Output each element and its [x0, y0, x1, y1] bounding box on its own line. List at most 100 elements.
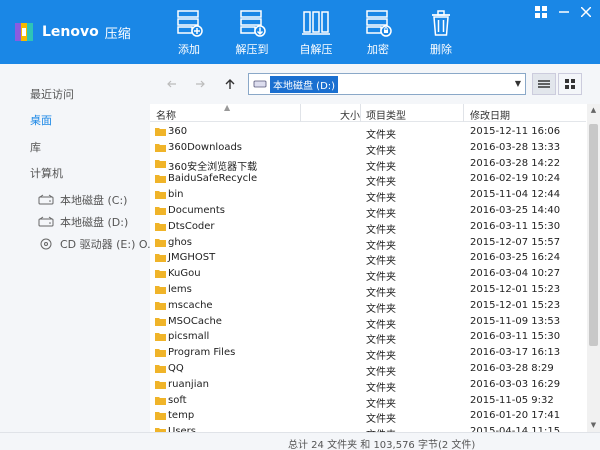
sidebar-drive-d[interactable]: 本地磁盘 (D:) [38, 214, 128, 230]
file-date: 2015-12-07 15:57 [470, 236, 561, 248]
file-row[interactable]: DtsCoder 文件夹 2016-03-11 15:30 [150, 219, 586, 236]
file-row[interactable]: Program Files 文件夹 2016-03-17 16:13 [150, 345, 586, 362]
file-date: 2015-11-09 13:53 [470, 315, 561, 327]
file-row[interactable]: 360 文件夹 2015-12-11 16:06 [150, 124, 586, 141]
address-bar[interactable]: 本地磁盘 (D:) ▼ [248, 73, 526, 95]
file-date: 2016-03-04 10:27 [470, 268, 561, 280]
file-type: 文件夹 [366, 335, 396, 347]
file-row[interactable]: mscache 文件夹 2015-12-01 15:23 [150, 298, 586, 315]
sidebar-item-desktop[interactable]: 桌面 [30, 112, 52, 128]
scrollbar-thumb[interactable] [589, 124, 598, 346]
column-header-date[interactable]: 修改日期 [470, 107, 510, 122]
sidebar-item-library[interactable]: 库 [30, 139, 41, 155]
extract-to-button[interactable]: 解压到 [226, 8, 278, 60]
menu-grid-icon[interactable] [532, 4, 550, 20]
up-level-button[interactable] [220, 74, 240, 94]
scroll-down-icon[interactable]: ▼ [587, 419, 600, 432]
file-type: 文件夹 [366, 398, 396, 410]
column-divider[interactable] [463, 104, 464, 122]
file-row[interactable]: ruanjian 文件夹 2016-03-03 16:29 [150, 377, 586, 394]
hard-drive-icon [38, 194, 54, 205]
chevron-down-icon[interactable]: ▼ [515, 79, 521, 88]
file-row[interactable]: picsmall 文件夹 2016-03-11 15:30 [150, 329, 586, 347]
file-row[interactable]: BaiduSafeRecycle 文件夹 2016-02-19 10:24 [150, 171, 586, 189]
file-name: 360 [168, 126, 188, 137]
add-icon [177, 10, 203, 37]
grid-view-button[interactable] [558, 73, 582, 95]
file-row[interactable]: MSOCache 文件夹 2015-11-09 13:53 [150, 314, 586, 331]
file-row[interactable]: KuGou 文件夹 2016-03-04 10:27 [150, 266, 586, 283]
folder-icon [155, 254, 166, 263]
file-row[interactable]: temp 文件夹 2016-01-20 17:41 [150, 408, 586, 426]
file-name: DtsCoder [168, 220, 215, 232]
arrow-up-icon [225, 79, 235, 89]
file-row[interactable]: bin 文件夹 2015-11-04 12:44 [150, 187, 586, 204]
sort-ascending-icon: ▲ [224, 104, 231, 112]
file-row[interactable]: QQ 文件夹 2016-03-28 8:29 [150, 361, 586, 378]
column-header-size[interactable]: 大小 [340, 107, 360, 122]
file-row[interactable]: 360Downloads 文件夹 2016-03-28 13:33 [150, 140, 586, 157]
file-type: 文件夹 [366, 367, 396, 378]
file-row[interactable]: 360安全浏览器下载 文件夹 2016-03-28 14:22 [150, 156, 586, 173]
file-type: 文件夹 [366, 177, 396, 189]
drive-label: CD 驱动器 (E:) O... [60, 238, 158, 251]
file-type: 文件夹 [366, 414, 396, 426]
app-logo-icon [12, 20, 36, 44]
file-name: temp [168, 410, 195, 422]
sidebar-drive-c[interactable]: 本地磁盘 (C:) [38, 192, 127, 208]
extract-to-icon [240, 10, 266, 37]
folder-icon [155, 143, 166, 152]
file-list: ▲ 名称 大小 项目类型 修改日期 360 文件夹 2015-12-11 16:06… [150, 104, 600, 432]
encrypt-button[interactable]: 加密 [352, 8, 404, 60]
delete-label: 删除 [430, 43, 452, 56]
file-type: 文件夹 [366, 240, 396, 252]
file-date: 2015-11-04 12:44 [470, 189, 561, 201]
column-header-name[interactable]: 名称 [156, 107, 176, 122]
file-name: JMGHOST [168, 252, 216, 264]
brand-subtitle: 压缩 [104, 26, 131, 42]
self-extract-button[interactable]: 自解压 [290, 8, 342, 60]
file-row[interactable]: Documents 文件夹 2016-03-25 14:40 [150, 203, 586, 220]
delete-icon [432, 10, 450, 36]
close-icon[interactable] [577, 4, 595, 20]
minimize-icon[interactable] [555, 4, 573, 20]
vertical-scrollbar[interactable]: ▲ ▼ [587, 104, 600, 432]
file-name: ruanjian [168, 378, 209, 390]
column-header-type[interactable]: 项目类型 [366, 107, 406, 122]
file-date: 2016-03-28 13:33 [470, 141, 561, 153]
folder-icon [155, 301, 166, 310]
file-type: 文件夹 [366, 256, 396, 268]
folder-icon [155, 317, 166, 326]
file-date: 2016-03-25 16:24 [470, 252, 561, 264]
file-row[interactable]: lems 文件夹 2015-12-01 15:23 [150, 282, 586, 299]
back-button[interactable] [162, 74, 182, 94]
file-name: 360安全浏览器下载 [168, 161, 258, 173]
hard-drive-icon [253, 80, 267, 88]
file-type: 文件夹 [366, 209, 396, 220]
folder-icon [155, 412, 166, 421]
app-brand: Lenovo 压缩 [12, 20, 131, 44]
list-view-button[interactable] [532, 73, 556, 95]
scroll-up-icon[interactable]: ▲ [587, 104, 600, 117]
file-row[interactable]: ghos 文件夹 2015-12-07 15:57 [150, 235, 586, 252]
sidebar-item-computer[interactable]: 计算机 [30, 165, 63, 181]
file-name: lems [168, 284, 192, 295]
file-date: 2016-03-28 8:29 [470, 363, 554, 374]
file-date: 2016-03-17 16:13 [470, 347, 561, 359]
file-type: 文件夹 [366, 130, 396, 141]
file-type: 文件夹 [366, 224, 396, 236]
add-label: 添加 [178, 43, 200, 56]
folder-icon [155, 128, 166, 136]
column-divider[interactable] [300, 104, 301, 122]
file-row[interactable]: Users文件夹2015-04-14 11:15 [150, 424, 586, 432]
forward-button[interactable] [190, 74, 210, 94]
sidebar-drive-e[interactable]: CD 驱动器 (E:) O... [38, 236, 158, 252]
sidebar-item-recent[interactable]: 最近访问 [30, 86, 74, 102]
status-bar: 总计 24 文件夹 和 103,576 字节(2 文件) [0, 432, 600, 450]
add-button[interactable]: 添加 [163, 8, 215, 60]
file-row[interactable]: soft 文件夹 2015-11-05 9:32 [150, 393, 586, 410]
file-row[interactable]: JMGHOST 文件夹 2016-03-25 16:24 [150, 250, 586, 268]
column-divider[interactable] [360, 104, 361, 122]
delete-button[interactable]: 删除 [415, 8, 467, 60]
file-date: 2016-03-11 15:30 [470, 331, 561, 343]
